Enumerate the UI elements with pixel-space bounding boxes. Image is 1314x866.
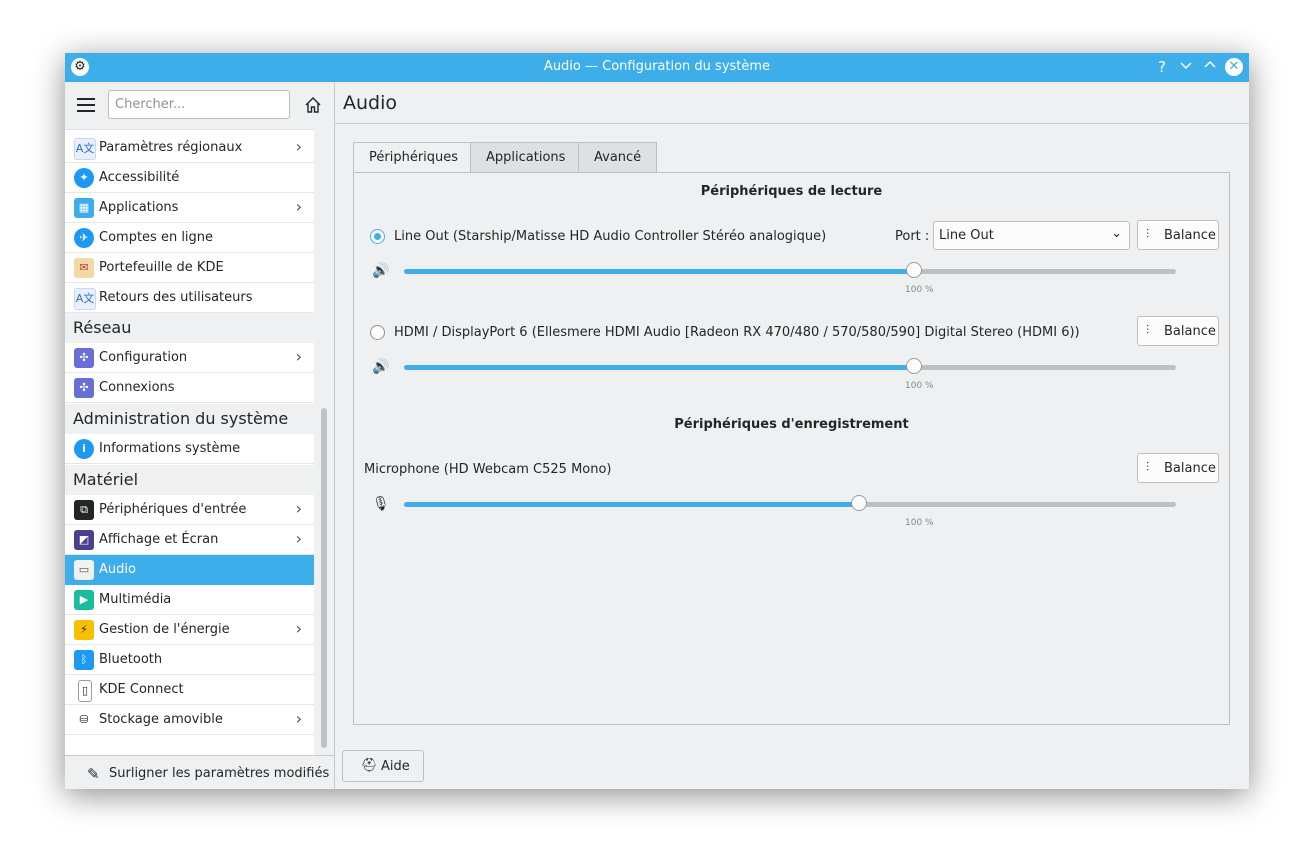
sidebar-item-accessibility[interactable]: ✦ Accessibilité (65, 163, 314, 193)
sidebar-item-feedback[interactable]: A文 Retours des utilisateurs (65, 283, 314, 313)
sidebar-item-kde-connect[interactable]: ▯ KDE Connect (65, 675, 314, 705)
sidebar-item-display[interactable]: ◩ Affichage et Écran › (65, 525, 314, 555)
volume-slider[interactable] (404, 358, 1176, 374)
pen-icon: ✎ (87, 765, 100, 783)
feedback-icon: A文 (74, 288, 96, 310)
highlight-changed-settings-button[interactable]: ✎ Surligner les paramètres modifiés (65, 755, 334, 789)
close-icon[interactable]: ✕ (1225, 58, 1243, 76)
lifebuoy-icon: ⛑ (361, 758, 378, 773)
info-icon: i (74, 439, 94, 459)
help-icon[interactable]: ? (1153, 58, 1171, 76)
volume-percent: 100 % (905, 381, 934, 391)
tab-applications[interactable]: Applications (470, 142, 579, 172)
maximize-icon[interactable] (1201, 58, 1219, 76)
sliders-icon: ⫶ (1146, 323, 1150, 337)
network-config-icon: ✣ (74, 348, 94, 368)
tab-devices[interactable]: Périphériques (353, 142, 471, 173)
chevron-right-icon: › (295, 197, 302, 216)
volume-slider[interactable] (404, 262, 1176, 278)
sliders-icon: ⫶ (1146, 460, 1150, 474)
speaker-icon[interactable]: 🔊 (372, 263, 389, 279)
chevron-right-icon: › (295, 709, 302, 728)
sidebar-item-online-accounts[interactable]: ✈ Comptes en ligne (65, 223, 314, 253)
sidebar: A文 Paramètres régionaux › ✦ Accessibilit… (65, 82, 335, 789)
sidebar-item-power[interactable]: ⚡ Gestion de l'énergie › (65, 615, 314, 645)
device-default-radio[interactable] (370, 325, 385, 340)
main-content: Audio Périphériques Applications Avancé … (335, 82, 1249, 789)
page-title: Audio (343, 92, 398, 114)
balance-button[interactable]: ⫶ Balance (1137, 220, 1219, 250)
sidebar-scrollbar[interactable] (321, 408, 327, 748)
chevron-right-icon: › (295, 137, 302, 156)
section-network: Réseau (65, 313, 314, 343)
playback-devices-header: Périphériques de lecture (700, 184, 883, 199)
volume-slider-handle[interactable] (905, 262, 922, 278)
speaker-icon[interactable]: 🔊 (372, 359, 389, 375)
balance-button[interactable]: ⫶ Balance (1137, 453, 1219, 483)
chevron-right-icon: › (295, 499, 302, 518)
chevron-right-icon: › (295, 529, 302, 548)
sidebar-item-regional[interactable]: A文 Paramètres régionaux › (65, 133, 314, 163)
volume-slider-row: 🔊 100 % (354, 257, 1229, 295)
device-label: HDMI / DisplayPort 6 (Ellesmere HDMI Aud… (394, 325, 1080, 340)
section-admin: Administration du système (65, 404, 314, 434)
device-label: Line Out (Starship/Matisse HD Audio Cont… (394, 229, 827, 244)
sidebar-item-input-devices[interactable]: ⧉ Périphériques d'entrée › (65, 495, 314, 525)
sidebar-item-applications[interactable]: ▦ Applications › (65, 193, 314, 223)
usb-storage-icon: ⛁ (74, 710, 94, 730)
sidebar-item-system-info[interactable]: i Informations système (65, 434, 314, 464)
connections-icon: ✣ (74, 378, 94, 398)
port-select[interactable]: Line Out ⌄ (933, 221, 1130, 250)
home-icon[interactable] (303, 95, 323, 115)
device-label: Microphone (HD Webcam C525 Mono) (364, 462, 612, 477)
sliders-icon: ⫶ (1146, 227, 1150, 241)
sidebar-item-bluetooth[interactable]: ᛒ Bluetooth (65, 645, 314, 675)
kde-connect-icon: ▯ (78, 680, 92, 702)
language-icon: A文 (74, 138, 96, 160)
help-button[interactable]: ⛑ Aide (342, 750, 424, 782)
header-divider (335, 123, 1249, 124)
chevron-right-icon: › (295, 619, 302, 638)
port-label: Port : (895, 229, 930, 244)
volume-percent: 100 % (905, 285, 934, 295)
window-title: Audio — Configuration du système (543, 59, 771, 74)
search-input[interactable] (108, 90, 290, 119)
tab-advanced[interactable]: Avancé (578, 142, 657, 172)
bluetooth-icon: ᛒ (74, 650, 94, 670)
audio-icon: ▭ (74, 560, 94, 580)
section-hardware: Matériel (65, 465, 314, 495)
applications-icon: ▦ (74, 198, 94, 218)
online-accounts-icon: ✈ (74, 228, 94, 248)
sidebar-item-connections[interactable]: ✣ Connexions (65, 373, 314, 403)
display-icon: ◩ (74, 530, 94, 550)
sidebar-item-removable-storage[interactable]: ⛁ Stockage amovible › (65, 705, 314, 735)
multimedia-icon: ▶ (74, 590, 94, 610)
sidebar-item-multimedia[interactable]: ▶ Multimédia (65, 585, 314, 615)
sidebar-item-network-configuration[interactable]: ✣ Configuration › (65, 343, 314, 373)
volume-slider-handle[interactable] (905, 358, 922, 374)
devices-panel: Périphériques de lecture Line Out (Stars… (353, 172, 1230, 725)
input-devices-icon: ⧉ (74, 500, 94, 520)
hamburger-menu-icon[interactable] (77, 98, 95, 112)
sidebar-item-wallet[interactable]: ✉ Portefeuille de KDE (65, 253, 314, 283)
volume-percent: 100 % (905, 518, 934, 528)
minimize-icon[interactable] (1177, 58, 1195, 76)
volume-slider-row: 🎙 100 % (354, 490, 1229, 528)
chevron-right-icon: › (295, 347, 302, 366)
accessibility-icon: ✦ (74, 168, 94, 188)
microphone-icon[interactable]: 🎙 (372, 496, 390, 512)
volume-slider-row: 🔊 100 % (354, 353, 1229, 391)
sidebar-item-audio[interactable]: ▭ Audio (65, 555, 314, 585)
wallet-icon: ✉ (74, 258, 94, 278)
category-list: A文 Paramètres régionaux › ✦ Accessibilit… (65, 129, 314, 756)
device-default-radio[interactable] (370, 229, 385, 244)
recording-devices-header: Périphériques d'enregistrement (674, 417, 909, 432)
balance-button[interactable]: ⫶ Balance (1137, 316, 1219, 346)
settings-window: ⚙ Audio — Configuration du système ? ✕ A… (65, 53, 1249, 789)
title-bar: ⚙ Audio — Configuration du système ? ✕ (65, 53, 1249, 82)
volume-slider[interactable] (404, 495, 1176, 511)
chevron-down-icon: ⌄ (1111, 226, 1122, 241)
volume-slider-handle[interactable] (851, 495, 868, 511)
power-icon: ⚡ (74, 620, 94, 640)
